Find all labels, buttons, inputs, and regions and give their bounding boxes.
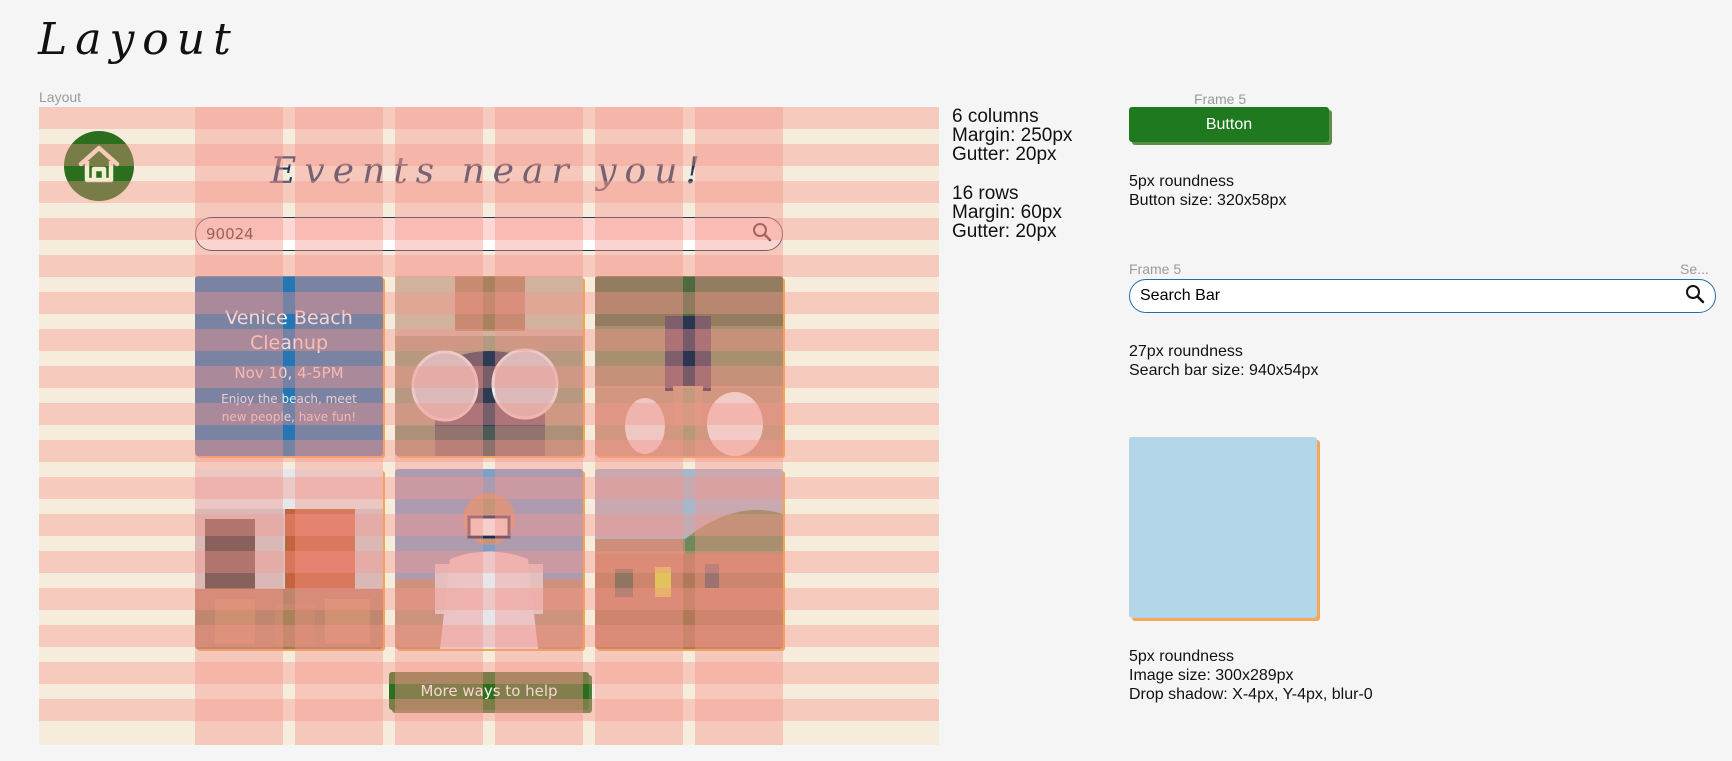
button-size-spec: Button size: 320x58px: [1129, 192, 1287, 209]
search-bar-input[interactable]: [1140, 287, 1660, 305]
spec-row-gutter: Gutter: 20px: [952, 221, 1057, 242]
photo-volunteers-cleaning-shoreline[interactable]: [595, 469, 783, 649]
event-card-title: Venice Beach Cleanup: [225, 307, 353, 354]
photo-volunteer-carrying-trash-bags[interactable]: [595, 276, 783, 456]
search-icon[interactable]: [1685, 284, 1705, 308]
photo-volunteers-packing-bags[interactable]: [195, 469, 383, 649]
spec-row-margin: Margin: 60px: [952, 202, 1062, 223]
button-component[interactable]: Button: [1129, 107, 1329, 142]
layout-frame: Events near you! Venice Beach Cleanup No…: [39, 107, 939, 745]
image-roundness-spec: 5px roundness: [1129, 648, 1234, 665]
spec-rows: 16 rows: [952, 183, 1019, 204]
frame-label-search: Frame 5: [1129, 261, 1182, 277]
zip-search-input[interactable]: [206, 225, 706, 243]
event-card-venice-beach[interactable]: Venice Beach Cleanup Nov 10, 4-5PM Enjoy…: [195, 276, 383, 456]
event-card-date: Nov 10, 4-5PM: [234, 364, 344, 382]
photo-masked-volunteer-holding-bottles[interactable]: [395, 469, 583, 649]
events-search-bar[interactable]: [195, 217, 783, 251]
image-shadow-spec: Drop shadow: X-4px, Y-4px, blur-0: [1129, 686, 1373, 703]
search-roundness-spec: 27px roundness: [1129, 343, 1243, 360]
button-roundness-spec: 5px roundness: [1129, 173, 1234, 190]
search-bar-component[interactable]: [1129, 279, 1716, 313]
event-card-description: Enjoy the beach, meet new people, have f…: [221, 392, 357, 424]
page-title: Layout: [38, 14, 239, 65]
events-heading: Events near you!: [270, 151, 708, 192]
photo-volunteer-holding-containers[interactable]: [395, 276, 583, 456]
more-ways-to-help-button[interactable]: More ways to help: [389, 672, 589, 710]
search-size-spec: Search bar size: 940x54px: [1129, 362, 1319, 379]
spec-columns: 6 columns: [952, 106, 1039, 127]
frame-label-button: Frame 5: [1194, 91, 1247, 107]
frame-label-layout: Layout: [39, 89, 82, 105]
image-placeholder-component: [1129, 437, 1317, 618]
search-icon[interactable]: [752, 222, 772, 246]
image-size-spec: Image size: 300x289px: [1129, 667, 1294, 684]
frame-label-search-truncated: Se...: [1680, 261, 1709, 277]
spec-column-gutter: Gutter: 20px: [952, 144, 1057, 165]
spec-column-margin: Margin: 250px: [952, 125, 1073, 146]
